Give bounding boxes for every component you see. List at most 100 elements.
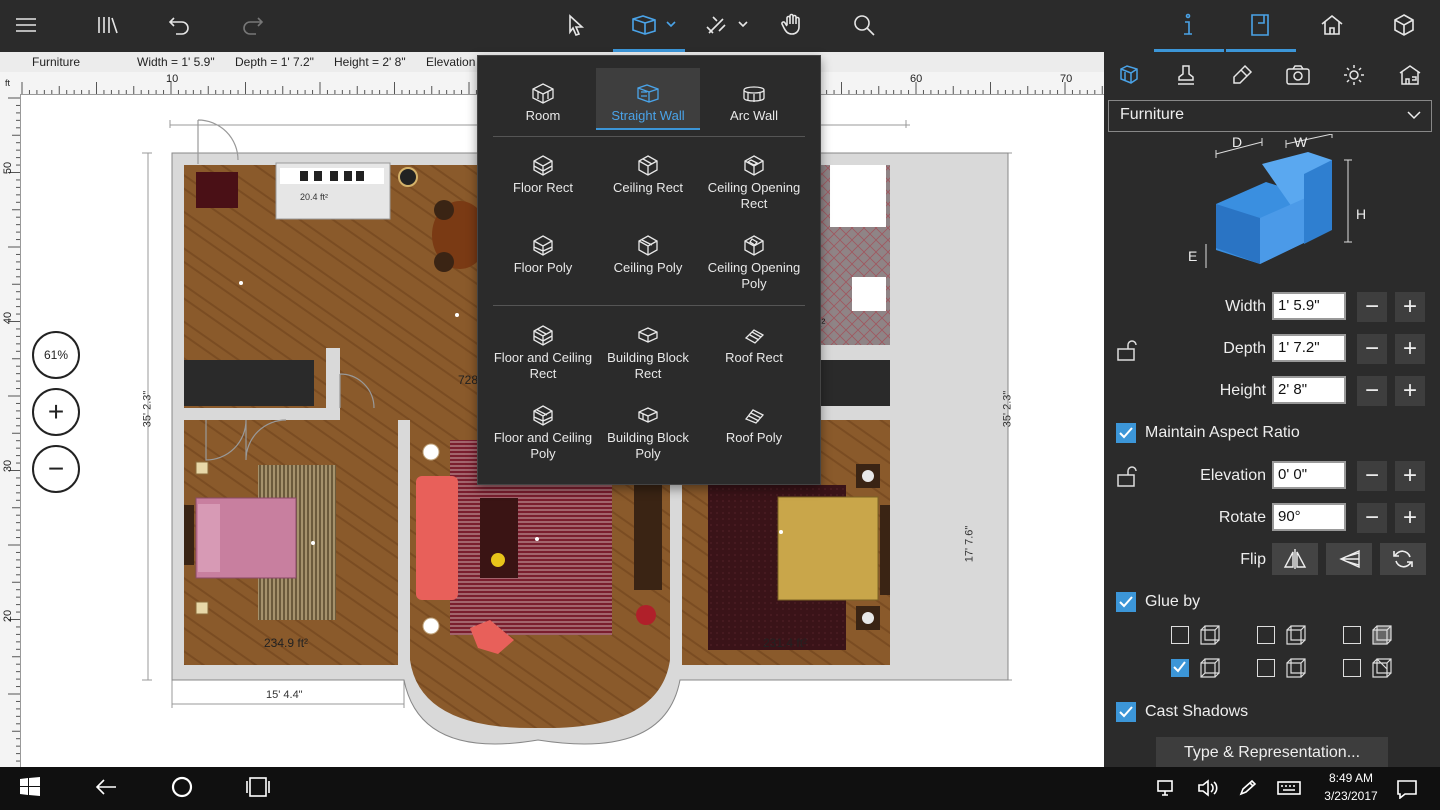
height-plus-button[interactable]: + [1395, 376, 1425, 406]
diagram-label-h: H [1356, 206, 1367, 222]
glue-option-1-checkbox[interactable] [1171, 626, 1189, 644]
plus-icon: + [1402, 377, 1417, 404]
zoom-in-button[interactable]: + [32, 388, 80, 436]
select-pointer-icon[interactable] [560, 0, 592, 50]
dd-floor-ceiling-poly[interactable]: Floor and Ceiling Poly [491, 404, 595, 462]
home-3d-icon[interactable] [1316, 0, 1348, 50]
notifications-icon[interactable] [1396, 779, 1418, 799]
tab-furniture-icon[interactable] [1110, 58, 1150, 92]
checkmark-icon [1119, 427, 1133, 439]
glue-by-checkbox[interactable] [1116, 592, 1136, 612]
dd-ceiling-opening-rect[interactable]: Ceiling Opening Rect [702, 154, 806, 212]
height-input[interactable]: 2' 8" [1272, 376, 1346, 404]
tab-eraser-icon[interactable] [1222, 58, 1262, 92]
dd-roof-poly[interactable]: Roof Poly [702, 404, 806, 446]
windows-start-icon[interactable] [18, 775, 42, 799]
glue-option-2-checkbox[interactable] [1257, 626, 1275, 644]
rotate-input[interactable]: 90° [1272, 503, 1346, 531]
dd-floor-ceiling-rect[interactable]: Floor and Ceiling Rect [491, 324, 595, 382]
dd-arc-wall[interactable]: Arc Wall [702, 68, 806, 130]
search-icon[interactable] [848, 0, 880, 50]
glue-option-6-checkbox[interactable] [1343, 659, 1361, 677]
area-label-bedroom-left: 234.9 ft² [264, 636, 309, 650]
width-plus-button[interactable]: + [1395, 292, 1425, 322]
dd-floor-rect[interactable]: Floor Rect [491, 154, 595, 196]
3d-view-cube-icon[interactable] [1388, 0, 1420, 50]
dd-active-underline [596, 128, 700, 130]
cast-shadows-checkbox[interactable] [1116, 702, 1136, 722]
rotate-plus-button[interactable]: + [1395, 503, 1425, 533]
width-input[interactable]: 1' 5.9" [1272, 292, 1346, 320]
refresh-icon [1393, 550, 1413, 568]
undo-icon[interactable] [164, 0, 196, 50]
dim-right-inner: 17' 7.6" [963, 525, 976, 563]
flip-vertical-button[interactable] [1326, 543, 1372, 575]
diagram-label-d: D [1232, 134, 1243, 150]
dd-roof-rect[interactable]: Roof Rect [702, 324, 806, 366]
glue-option-5-checkbox[interactable] [1257, 659, 1275, 677]
tab-building-icon[interactable] [1390, 58, 1430, 92]
flip-horizontal-button[interactable] [1272, 543, 1318, 575]
clock-time[interactable]: 8:49 AM [1316, 771, 1386, 785]
checkmark-icon [1173, 661, 1186, 673]
plus-icon: + [1402, 293, 1417, 320]
height-input-value: 2' 8" [1278, 381, 1308, 398]
rotate-minus-button[interactable]: − [1357, 503, 1387, 533]
zoom-level-indicator[interactable]: 61% [32, 331, 80, 379]
dd-building-block-rect[interactable]: Building Block Rect [596, 324, 700, 382]
width-minus-button[interactable]: − [1357, 292, 1387, 322]
elevation-label: Elevation [1200, 467, 1266, 484]
dd-floor-poly[interactable]: Floor Poly [491, 234, 595, 276]
elevation-minus-button[interactable]: − [1357, 461, 1387, 491]
clock-date[interactable]: 3/23/2017 [1316, 789, 1386, 803]
aspect-lock-icon[interactable] [1116, 340, 1140, 362]
redo-icon[interactable] [236, 0, 268, 50]
type-representation-button[interactable]: Type & Representation... [1156, 737, 1388, 769]
dd-building-block-poly[interactable]: Building Block Poly [596, 404, 700, 462]
ruler-unit: ft [5, 78, 11, 88]
properties-panel-icon[interactable] [1244, 0, 1276, 50]
ruler-tick-60: 60 [910, 73, 923, 85]
dimension-tool-icon[interactable] [704, 0, 752, 50]
task-view-icon[interactable] [245, 775, 271, 799]
zoom-out-button[interactable]: − [32, 445, 80, 493]
pan-hand-icon[interactable] [776, 0, 808, 50]
network-icon[interactable] [1156, 779, 1176, 797]
category-dropdown[interactable]: Furniture [1108, 100, 1432, 132]
maintain-aspect-checkbox[interactable] [1116, 423, 1136, 443]
depth-label: Depth [1223, 340, 1266, 357]
glue-option-3-checkbox[interactable] [1343, 626, 1361, 644]
dd-ceiling-opening-poly[interactable]: Ceiling Opening Poly [702, 234, 806, 292]
dd-room[interactable]: Room [491, 68, 595, 130]
library-icon[interactable] [92, 0, 124, 50]
keyboard-icon[interactable] [1277, 779, 1301, 797]
depth-input[interactable]: 1' 7.2" [1272, 334, 1346, 362]
tab-light-icon[interactable] [1334, 58, 1374, 92]
ruler-left-30: 30 [2, 459, 15, 473]
dd-ceiling-poly[interactable]: Ceiling Poly [596, 234, 700, 276]
back-arrow-icon[interactable] [94, 775, 118, 799]
checkmark-icon [1119, 596, 1133, 608]
tab-camera-icon[interactable] [1278, 58, 1318, 92]
volume-icon[interactable] [1197, 779, 1219, 797]
depth-minus-button[interactable]: − [1357, 334, 1387, 364]
reset-rotation-button[interactable] [1380, 543, 1426, 575]
elevation-input[interactable]: 0' 0" [1272, 461, 1346, 489]
depth-plus-button[interactable]: + [1395, 334, 1425, 364]
minus-icon: − [1364, 293, 1379, 320]
cortana-circle-icon[interactable] [170, 775, 194, 799]
elevation-plus-button[interactable]: + [1395, 461, 1425, 491]
flip-vertical-icon [1339, 549, 1360, 569]
pen-icon[interactable] [1238, 779, 1258, 797]
dd-ceiling-rect[interactable]: Ceiling Rect [596, 154, 700, 196]
wall-tool-icon[interactable] [622, 0, 684, 50]
tab-stamp-icon[interactable] [1166, 58, 1206, 92]
info-icon[interactable] [1172, 0, 1204, 50]
elevation-lock-icon[interactable] [1116, 466, 1140, 488]
height-minus-button[interactable]: − [1357, 376, 1387, 406]
dd-straight-wall[interactable]: Straight Wall [596, 68, 700, 130]
glue-option-4-checkbox[interactable] [1171, 659, 1189, 677]
hamburger-menu-icon[interactable] [8, 0, 44, 50]
elevation-input-value: 0' 0" [1278, 466, 1308, 483]
minus-icon: − [1364, 377, 1379, 404]
